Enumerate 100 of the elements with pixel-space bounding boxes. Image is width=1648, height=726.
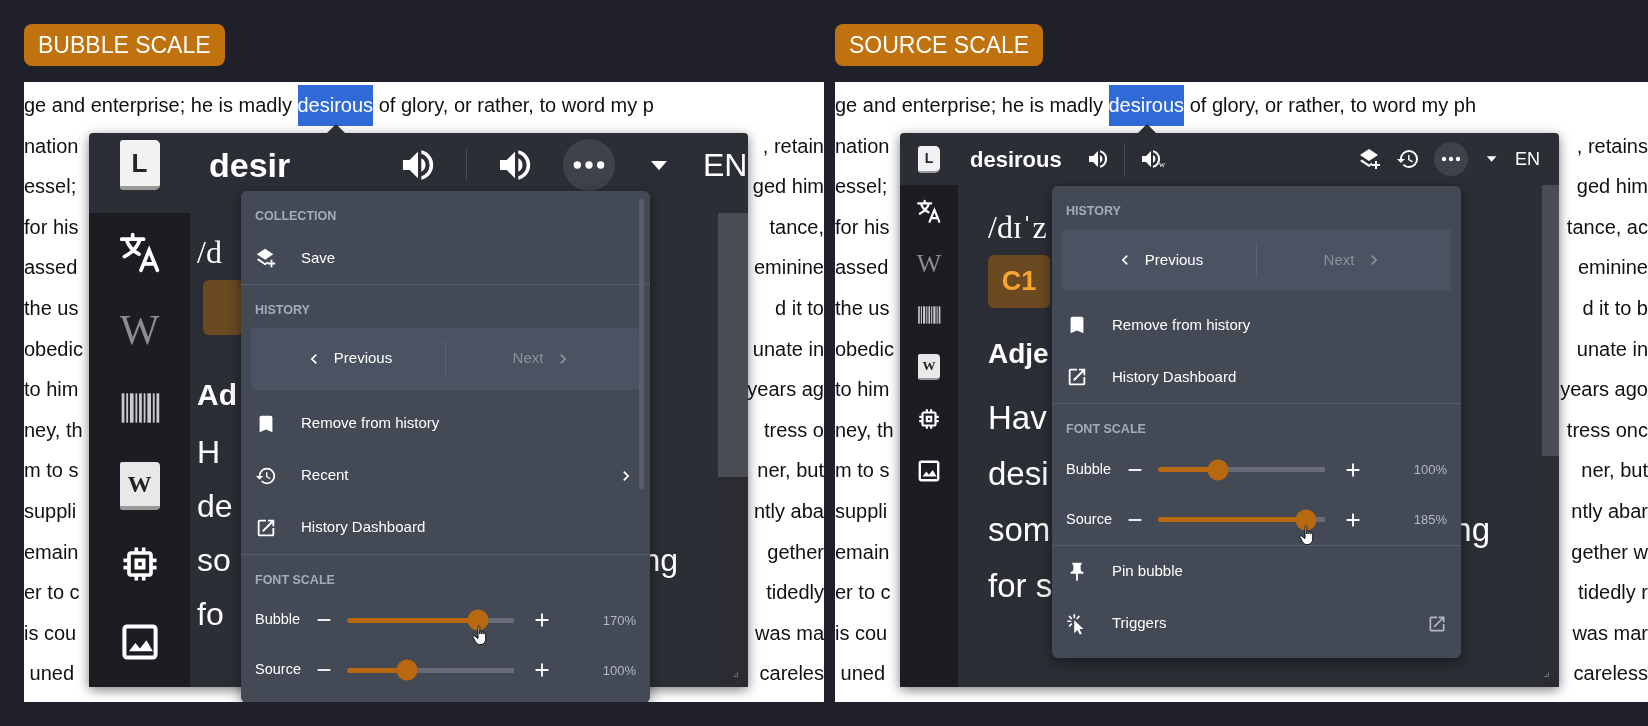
- body-text: ntly abar: [1571, 498, 1648, 524]
- body-text: eminine: [753, 255, 824, 281]
- previous-button[interactable]: Previous: [251, 340, 445, 377]
- body-text: unate in: [752, 336, 824, 362]
- translate-icon[interactable]: [117, 230, 162, 274]
- part-of-speech: Adje: [988, 337, 1049, 371]
- body-text: unate in: [1576, 336, 1648, 362]
- body-text: er to c: [835, 580, 891, 606]
- definition-text: H: [197, 433, 221, 472]
- section-heading: COLLECTION: [254, 208, 338, 225]
- body-text: emain: [835, 539, 890, 565]
- definition-text: de: [197, 487, 233, 526]
- body-text: was mar: [1572, 620, 1648, 646]
- chip-icon[interactable]: [916, 406, 942, 432]
- body-text: is cou: [24, 620, 77, 646]
- body-text: m to s: [24, 458, 79, 484]
- slider-thumb[interactable]: [396, 659, 418, 681]
- app-logo[interactable]: L: [918, 145, 940, 173]
- wikibook-tab[interactable]: W: [119, 462, 160, 510]
- body-text: of glory, or rather, to word my p: [377, 93, 654, 118]
- body-text: tidedly r: [1577, 580, 1648, 606]
- section-heading: HISTORY: [254, 301, 311, 319]
- body-text: of glory, or rather, to word my ph: [1188, 93, 1477, 118]
- wikibook-tab[interactable]: W: [918, 354, 940, 380]
- definition-text: fo: [197, 595, 224, 634]
- menu-item[interactable]: Save: [241, 231, 650, 284]
- body-text: ney, th: [24, 417, 83, 443]
- body-text: , retains: [1576, 133, 1648, 159]
- body-text: gether: [767, 539, 824, 565]
- previous-button[interactable]: Previous: [1062, 241, 1256, 278]
- body-text: er to c: [24, 580, 80, 606]
- headword: desirous: [970, 145, 1062, 174]
- menu-item[interactable]: Pin bubble: [1052, 545, 1461, 598]
- history-icon[interactable]: [1395, 147, 1420, 171]
- language-selector[interactable]: EN: [1515, 145, 1540, 173]
- body-text: uned: [28, 661, 75, 687]
- body-text: assed: [835, 255, 889, 281]
- body-text: suppli: [24, 498, 77, 524]
- body-text: the us: [24, 295, 79, 321]
- slider-thumb[interactable]: [467, 609, 489, 631]
- body-text: ge and enterprise; he is madly: [24, 93, 293, 118]
- slider-label: Bubble: [1066, 459, 1113, 479]
- body-text: years ago: [1560, 377, 1648, 403]
- phonetic-text: /dɪˈz: [988, 208, 1047, 247]
- slider-thumb[interactable]: [1207, 459, 1229, 480]
- menu-item[interactable]: History Dashboard: [241, 501, 650, 554]
- level-badge: [203, 280, 243, 335]
- slider-value: 100%: [602, 661, 636, 680]
- slider-label: Source: [1066, 509, 1113, 529]
- layers-plus-icon: [255, 246, 277, 269]
- phonetic-text: /d: [197, 233, 222, 272]
- slider-value: 100%: [1413, 460, 1447, 479]
- definition-text: so: [197, 541, 231, 580]
- body-text: gether w: [1571, 539, 1648, 565]
- translate-icon[interactable]: [916, 198, 942, 224]
- slider-label: Source: [255, 660, 302, 680]
- more-button[interactable]: [563, 139, 615, 191]
- scale-label: BUBBLE SCALE: [24, 24, 225, 66]
- body-text: ged him: [752, 174, 824, 200]
- body-text: for his: [835, 214, 890, 240]
- body-text: careless: [1573, 661, 1648, 687]
- selected-word: desirous: [297, 85, 374, 126]
- menu-item[interactable]: Remove from history: [1052, 298, 1461, 351]
- body-text: suppli: [835, 498, 888, 524]
- slider-value: 170%: [602, 611, 636, 630]
- body-text: tress o: [763, 417, 824, 443]
- definition-text: desi: [988, 454, 1049, 494]
- menu-item[interactable]: Remove from history: [241, 397, 650, 450]
- section-heading: FONT SCALE: [254, 571, 336, 589]
- body-text: emain: [24, 539, 79, 565]
- menu-item[interactable]: Recent: [241, 449, 650, 502]
- section-heading: HISTORY: [1065, 203, 1122, 220]
- body-text: uned: [839, 661, 886, 687]
- wikipedia-tab[interactable]: W: [916, 243, 942, 283]
- body-text: essel;: [835, 174, 888, 200]
- menu-item[interactable]: History Dashboard: [1052, 350, 1461, 403]
- body-text: nation: [24, 133, 79, 159]
- level-badge: C1: [988, 255, 1050, 308]
- body-text: obedic: [835, 336, 894, 362]
- body-text: is cou: [835, 620, 888, 646]
- body-text: tidedly: [766, 580, 824, 606]
- slider-thumb[interactable]: [1295, 509, 1317, 530]
- body-text: to him: [24, 377, 79, 403]
- section-heading: FONT SCALE: [1065, 420, 1147, 438]
- wikipedia-tab[interactable]: W: [119, 298, 160, 362]
- headword: desir: [209, 144, 292, 186]
- image-icon[interactable]: [916, 458, 942, 484]
- body-text: ge and enterprise; he is madly: [835, 93, 1104, 118]
- body-text: the us: [835, 295, 890, 321]
- scrollbar[interactable]: [1542, 185, 1559, 687]
- pronounce-button[interactable]: w: [1138, 147, 1166, 171]
- menu-item[interactable]: Triggers: [1052, 597, 1461, 650]
- definition-text: Hav: [988, 398, 1047, 438]
- language-selector[interactable]: EN: [703, 141, 748, 189]
- body-text: m to s: [835, 458, 890, 484]
- scrollbar[interactable]: [718, 213, 748, 687]
- app-logo[interactable]: L: [119, 140, 160, 190]
- body-text: ner, but: [757, 458, 824, 484]
- body-text: d it to b: [1582, 295, 1648, 321]
- slider-label: Bubble: [255, 610, 302, 630]
